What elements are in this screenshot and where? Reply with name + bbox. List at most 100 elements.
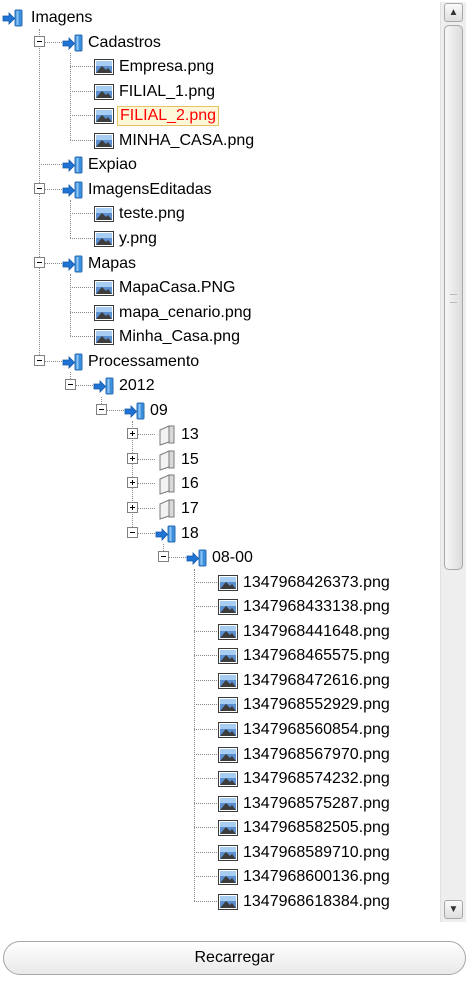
collapse-icon[interactable] xyxy=(96,403,107,415)
tree-file-node[interactable]: mapa_cenario.png xyxy=(0,301,440,325)
tree-connector-line xyxy=(70,237,93,239)
tree-file-node[interactable]: 1347968618384.png xyxy=(0,890,440,914)
tree-file-node[interactable]: 1347968575287.png xyxy=(0,792,440,816)
tree-node-label: 1347968552929.png xyxy=(243,696,390,714)
tree-connector-line xyxy=(70,139,93,141)
tree-node-label: 1347968465575.png xyxy=(243,647,390,665)
tree-folder-node[interactable]: 17 xyxy=(0,497,440,521)
image-file-icon xyxy=(93,228,115,250)
expand-icon[interactable] xyxy=(127,502,138,513)
tree-file-node[interactable]: 1347968567970.png xyxy=(0,743,440,767)
tree-connector-line xyxy=(194,778,217,780)
tree-file-node[interactable]: 1347968552929.png xyxy=(0,693,440,717)
tree-node-label: MapaCasa.PNG xyxy=(119,279,236,297)
tree-folder-node[interactable]: 13 xyxy=(0,423,440,447)
tree-file-node[interactable]: 1347968589710.png xyxy=(0,841,440,865)
tree-node-label: FILIAL_1.png xyxy=(119,82,216,100)
collapse-icon[interactable] xyxy=(65,379,76,391)
collapse-icon[interactable] xyxy=(158,551,169,563)
tree-folder-node[interactable]: Processamento xyxy=(0,350,440,374)
tree-node-label: 1347968575287.png xyxy=(243,794,390,812)
image-file-icon xyxy=(217,645,239,667)
tree-folder-node[interactable]: 18 xyxy=(0,522,440,546)
collapse-icon[interactable] xyxy=(127,526,138,538)
tree-node-label: 1347968560854.png xyxy=(243,720,390,738)
tree-file-node[interactable]: y.png xyxy=(0,227,440,251)
tree-node-label: Mapas xyxy=(88,254,137,272)
tree-file-node[interactable]: 1347968560854.png xyxy=(0,718,440,742)
tree-file-node[interactable]: FILIAL_2.png xyxy=(0,104,440,128)
tree-folder-node[interactable]: ImagensEditadas xyxy=(0,178,440,202)
tree-file-node[interactable]: teste.png xyxy=(0,202,440,226)
tree-file-node[interactable]: 1347968465575.png xyxy=(0,644,440,668)
tree-connector-line xyxy=(194,802,217,804)
tree-connector-line xyxy=(194,851,217,853)
image-file-icon xyxy=(217,793,239,815)
tree-node-label: 1347968441648.png xyxy=(243,622,390,640)
tree-node-label: Empresa.png xyxy=(119,58,215,76)
tree-node-label: 09 xyxy=(150,401,168,419)
collapse-icon[interactable] xyxy=(34,35,45,47)
tree-file-node[interactable]: MapaCasa.PNG xyxy=(0,276,440,300)
tree-node-label: 18 xyxy=(181,524,199,542)
tree-connector-line xyxy=(194,630,217,632)
tree-file-node[interactable]: Empresa.png xyxy=(0,55,440,79)
tree-file-node[interactable]: 1347968582505.png xyxy=(0,816,440,840)
tree-node-label: 1347968574232.png xyxy=(243,770,390,788)
tree-folder-node[interactable]: 16 xyxy=(0,472,440,496)
collapse-icon[interactable] xyxy=(34,182,45,194)
image-file-icon xyxy=(93,105,115,127)
image-file-icon xyxy=(217,866,239,888)
tree-file-node[interactable]: Minha_Casa.png xyxy=(0,325,440,349)
tree-connector-line xyxy=(194,827,217,829)
tree-folder-node[interactable]: 2012 xyxy=(0,374,440,398)
tree-folder-node[interactable]: Cadastros xyxy=(0,31,440,55)
tree-connector-line xyxy=(194,728,217,730)
tree-connector-line xyxy=(194,704,217,706)
tree-node-label: 1347968618384.png xyxy=(243,892,390,910)
image-file-icon xyxy=(93,81,115,103)
tree-file-node[interactable]: 1347968600136.png xyxy=(0,865,440,889)
image-file-icon xyxy=(93,326,115,348)
tree-file-node[interactable]: MINHA_CASA.png xyxy=(0,129,440,153)
tree-connector-line xyxy=(70,90,93,92)
reload-button[interactable]: Recarregar xyxy=(3,941,466,975)
tree-folder-node[interactable]: Expiao xyxy=(0,153,440,177)
collapse-icon[interactable] xyxy=(34,256,45,268)
tree-file-node[interactable]: 1347968426373.png xyxy=(0,571,440,595)
tree-connector-line xyxy=(194,900,217,902)
folder-open-icon xyxy=(124,400,146,422)
scrollbar-thumb[interactable] xyxy=(444,25,463,570)
tree-node-label: 17 xyxy=(181,500,199,517)
tree-file-node[interactable]: 1347968472616.png xyxy=(0,669,440,693)
tree-node-label: Expiao xyxy=(88,156,137,174)
tree-node-label: 2012 xyxy=(119,377,155,395)
vertical-scrollbar[interactable]: ▲ ▼ xyxy=(440,2,466,922)
tree-folder-node[interactable]: 09 xyxy=(0,399,440,423)
tree-node-label: 1347968426373.png xyxy=(243,573,390,591)
scroll-up-button[interactable]: ▲ xyxy=(444,3,463,22)
image-file-icon xyxy=(217,744,239,766)
scroll-down-button[interactable]: ▼ xyxy=(444,900,463,919)
folder-open-icon xyxy=(62,32,84,54)
expand-icon[interactable] xyxy=(127,428,138,440)
tree-connector-line xyxy=(70,336,93,338)
folder-open-icon xyxy=(62,179,84,201)
image-file-icon xyxy=(217,842,239,864)
image-file-icon xyxy=(217,694,239,716)
tree-folder-node[interactable]: Imagens xyxy=(0,6,440,30)
expand-icon[interactable] xyxy=(127,477,138,489)
tree-folder-node[interactable]: Mapas xyxy=(0,252,440,276)
tree-file-node[interactable]: FILIAL_1.png xyxy=(0,80,440,104)
image-file-icon xyxy=(217,719,239,741)
file-tree-panel: Imagens Cadastros Empresa.png FILIAL_1.png F… xyxy=(0,0,470,981)
tree-file-node[interactable]: 1347968574232.png xyxy=(0,767,440,791)
folder-closed-icon xyxy=(155,424,177,447)
tree-node-label: 1347968567970.png xyxy=(243,745,390,763)
tree-file-node[interactable]: 1347968433138.png xyxy=(0,595,440,619)
collapse-icon[interactable] xyxy=(34,354,45,366)
tree-folder-node[interactable]: 15 xyxy=(0,448,440,472)
tree-file-node[interactable]: 1347968441648.png xyxy=(0,620,440,644)
tree-folder-node[interactable]: 08-00 xyxy=(0,546,440,570)
expand-icon[interactable] xyxy=(127,452,138,464)
